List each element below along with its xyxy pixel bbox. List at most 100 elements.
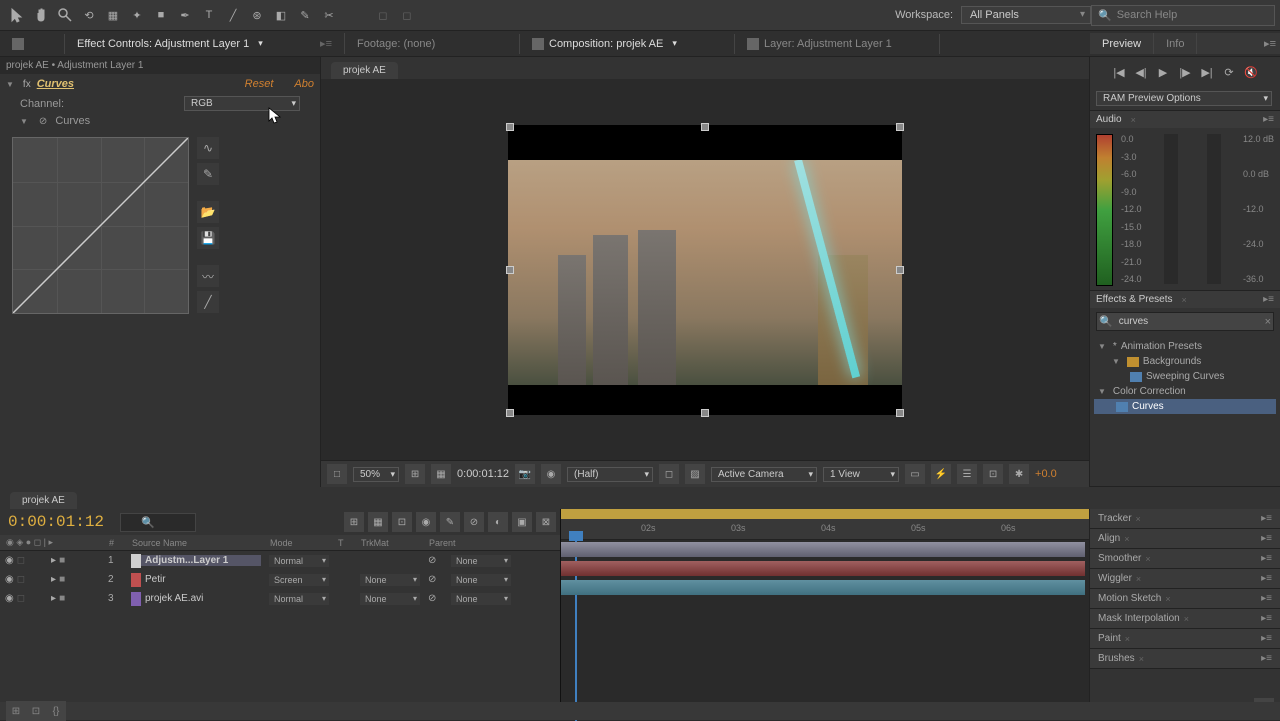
tl-btn[interactable]: ⊞ (344, 512, 364, 532)
tree-item[interactable]: ▼Backgrounds (1094, 354, 1276, 369)
timeline-search[interactable]: 🔍 (120, 513, 196, 532)
mute-icon[interactable]: 🔇 (1242, 63, 1260, 81)
stopwatch-icon[interactable]: ⊘ (39, 116, 47, 127)
mini-panel-motion[interactable]: Motion Sketch×▸≡ (1090, 589, 1280, 609)
tool-opt-2[interactable]: ◻ (395, 3, 419, 27)
audio-slider-r[interactable] (1207, 134, 1221, 284)
info-tab[interactable]: Info (1154, 33, 1197, 54)
workspace-dropdown[interactable]: All Panels (961, 6, 1091, 24)
tl-btn[interactable]: ⊘ (464, 512, 484, 532)
mini-panel-mask[interactable]: Mask Interpolation×▸≡ (1090, 609, 1280, 629)
curve-canvas[interactable] (12, 137, 189, 314)
tree-item[interactable]: ▼* Animation Presets (1094, 339, 1276, 354)
tool-opt-1[interactable]: ◻ (371, 3, 395, 27)
res-dropdown[interactable]: (Half) (567, 467, 653, 482)
resize-handle[interactable] (506, 409, 514, 417)
eraser-tool[interactable]: ◧ (269, 3, 293, 27)
tree-item[interactable]: Sweeping Curves (1094, 369, 1276, 384)
project-panel-tab[interactable] (0, 34, 65, 54)
brush-tool[interactable]: ╱ (221, 3, 245, 27)
time-ruler[interactable]: 02s03s04s05s06s (561, 509, 1089, 540)
prev-frame-icon[interactable]: ◀| (1132, 63, 1150, 81)
hand-tool[interactable] (29, 3, 53, 27)
camera-tool[interactable]: ▦ (101, 3, 125, 27)
tl-btn[interactable]: ▦ (368, 512, 388, 532)
tl-btn[interactable]: ◐ (488, 512, 508, 532)
first-frame-icon[interactable]: |◀ (1110, 63, 1128, 81)
viewport-time[interactable]: 0:00:01:12 (457, 468, 509, 480)
resize-handle[interactable] (506, 266, 514, 274)
viewport[interactable] (321, 79, 1089, 460)
layer-row[interactable]: ◉◻▸■ 3 projek AE.avi Normal None ⊘ None (0, 589, 560, 608)
mini-panel-brushes[interactable]: Brushes×▸≡ (1090, 649, 1280, 669)
footer-btn[interactable]: ⊞ (6, 701, 26, 721)
panel-menu-icon[interactable]: ▸≡ (1263, 114, 1274, 125)
comp-crumb[interactable]: projek AE (331, 62, 398, 79)
tl-btn[interactable]: ▣ (512, 512, 532, 532)
playhead[interactable] (569, 531, 583, 541)
type-tool[interactable]: T (197, 3, 221, 27)
roi-icon[interactable]: ◻ (659, 464, 679, 484)
resize-handle[interactable] (701, 409, 709, 417)
effect-controls-tab[interactable]: Effect Controls: Adjustment Layer 1 ▾ ▸≡ (65, 33, 345, 54)
curve-linear-icon[interactable]: ╱ (197, 291, 219, 313)
last-frame-icon[interactable]: ▶| (1198, 63, 1216, 81)
disclosure-icon[interactable]: ▼ (20, 117, 28, 126)
pixel-aspect-icon[interactable]: ▭ (905, 464, 925, 484)
channel-icon[interactable]: ◉ (541, 464, 561, 484)
layer-row[interactable]: ◉◻▸■ 1 Adjustm...Layer 1 Normal ⊘ None (0, 551, 560, 570)
layer-tab[interactable]: Layer: Adjustment Layer 1 (735, 34, 940, 54)
tree-item[interactable]: ▼Color Correction (1094, 384, 1276, 399)
magnify-icon[interactable]: □ (327, 464, 347, 484)
timecode[interactable]: 0:00:01:12 (0, 509, 112, 535)
curve-save-icon[interactable]: 💾 (197, 227, 219, 249)
panel-menu-icon[interactable]: ▸≡ (1263, 294, 1274, 305)
exposure-value[interactable]: +0.0 (1035, 468, 1057, 480)
resize-handle[interactable] (896, 123, 904, 131)
selection-tool[interactable] (5, 3, 29, 27)
video-frame[interactable] (508, 125, 902, 415)
tl-btn[interactable]: ✎ (440, 512, 460, 532)
view-dropdown[interactable]: 1 View (823, 467, 899, 482)
tl-btn[interactable]: ⊠ (536, 512, 556, 532)
clear-icon[interactable]: × (1265, 316, 1271, 328)
timeline-icon[interactable]: ☰ (957, 464, 977, 484)
reset-link[interactable]: Reset (245, 78, 274, 90)
footer-btn[interactable]: {} (46, 701, 66, 721)
effects-search-input[interactable] (1117, 315, 1261, 328)
mini-panel-smoother[interactable]: Smoother×▸≡ (1090, 549, 1280, 569)
tree-item-selected[interactable]: Curves (1094, 399, 1276, 414)
effect-name[interactable]: Curves (37, 78, 74, 90)
curve-smooth-icon[interactable]: 〰 (197, 265, 219, 287)
footage-tab[interactable]: Footage: (none) (345, 34, 520, 54)
grid-icon[interactable]: ▦ (431, 464, 451, 484)
layer-row[interactable]: ◉◻▸■ 2 Petir Screen None ⊘ None (0, 570, 560, 589)
mini-panel-align[interactable]: Align×▸≡ (1090, 529, 1280, 549)
resize-handle[interactable] (701, 123, 709, 131)
fast-preview-icon[interactable]: ⚡ (931, 464, 951, 484)
close-icon[interactable]: × (1182, 295, 1187, 305)
camera-dropdown[interactable]: Active Camera (711, 467, 817, 482)
transparency-icon[interactable]: ▨ (685, 464, 705, 484)
rect-tool[interactable]: ■ (149, 3, 173, 27)
rotate-tool[interactable]: ⟲ (77, 3, 101, 27)
pan-behind-tool[interactable]: ✦ (125, 3, 149, 27)
reset-exposure-icon[interactable]: ✱ (1009, 464, 1029, 484)
clone-tool[interactable]: ⊛ (245, 3, 269, 27)
ram-preview-dropdown[interactable]: RAM Preview Options (1096, 91, 1272, 106)
zoom-dropdown[interactable]: 50% (353, 467, 399, 482)
close-icon[interactable]: × (1131, 115, 1136, 125)
fx-toggle-icon[interactable]: fx (23, 79, 31, 90)
resize-handle[interactable] (506, 123, 514, 131)
preview-tab[interactable]: Preview (1090, 33, 1154, 54)
next-frame-icon[interactable]: |▶ (1176, 63, 1194, 81)
about-link[interactable]: Abo (294, 78, 314, 90)
audio-slider-l[interactable] (1164, 134, 1178, 284)
layer-bar[interactable] (561, 561, 1085, 576)
pen-tool[interactable]: ✒ (173, 3, 197, 27)
mini-panel-wiggler[interactable]: Wiggler×▸≡ (1090, 569, 1280, 589)
footer-btn[interactable]: ⊡ (26, 701, 46, 721)
help-search[interactable]: 🔍 Search Help (1091, 5, 1275, 26)
resize-handle[interactable] (896, 266, 904, 274)
effects-search[interactable]: 🔍 × (1096, 312, 1274, 331)
